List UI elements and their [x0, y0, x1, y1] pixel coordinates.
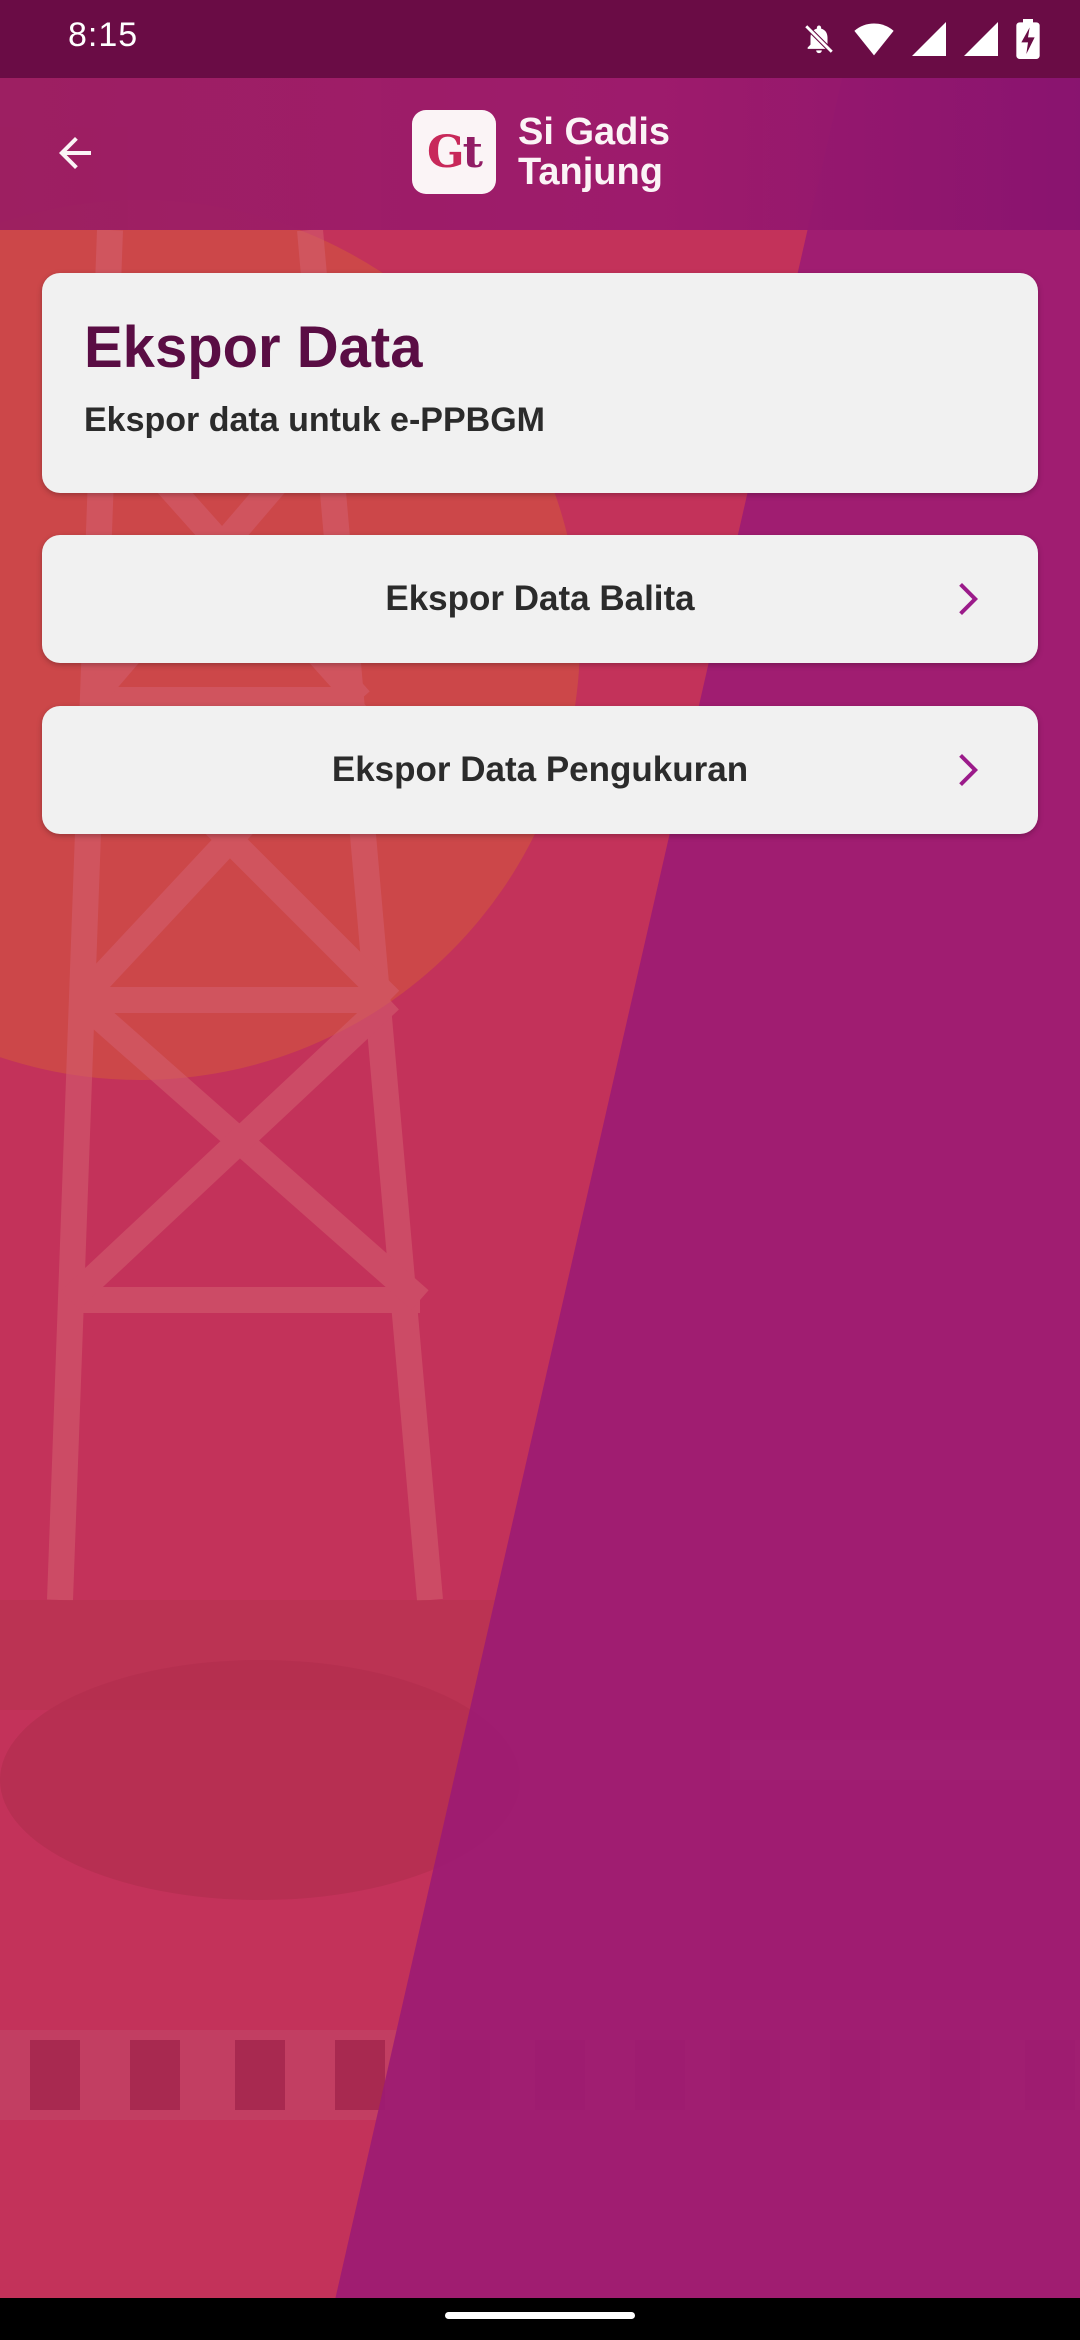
system-nav-bar [0, 2298, 1080, 2340]
battery-charging-icon [1016, 19, 1040, 59]
signal-icon [964, 22, 998, 56]
app-logo: Gt Si Gadis Tanjung [412, 110, 670, 194]
page-subtitle: Ekspor data untuk e-PPBGM [84, 401, 545, 439]
logo-mark-t: t [462, 126, 483, 178]
logo-mark-g: G [427, 126, 465, 178]
logo-text: Si Gadis Tanjung [518, 112, 670, 192]
logo-line2: Tanjung [518, 151, 663, 193]
screen: 8:15 G t Si Gadis Tanjung Ekspor Data Ek… [0, 0, 1080, 2340]
status-time: 8:15 [68, 16, 139, 54]
arrow-left-icon [59, 137, 91, 169]
bell-off-icon [804, 24, 834, 54]
wifi-icon [854, 23, 894, 56]
export-balita-button[interactable]: Ekspor Data Balita [42, 535, 1038, 663]
header-card: Ekspor Data Ekspor data untuk e-PPBGM [42, 273, 1038, 493]
chevron-right-icon [959, 583, 978, 615]
export-pengukuran-label: Ekspor Data Pengukuran [331, 750, 749, 789]
back-button[interactable] [40, 118, 110, 188]
export-balita-label: Ekspor Data Balita [385, 579, 695, 618]
chevron-right-icon [959, 754, 978, 786]
page-title: Ekspor Data [84, 315, 423, 380]
home-gesture-handle[interactable] [445, 2312, 635, 2319]
export-pengukuran-button[interactable]: Ekspor Data Pengukuran [42, 706, 1038, 834]
signal-icon [912, 22, 946, 56]
logo-mark: Gt [412, 110, 496, 194]
status-bar: 8:15 [0, 0, 1080, 78]
logo-line1: Si Gadis [518, 111, 671, 153]
app-bar: Gt Si Gadis Tanjung [0, 78, 1080, 230]
status-icons [802, 18, 1040, 60]
